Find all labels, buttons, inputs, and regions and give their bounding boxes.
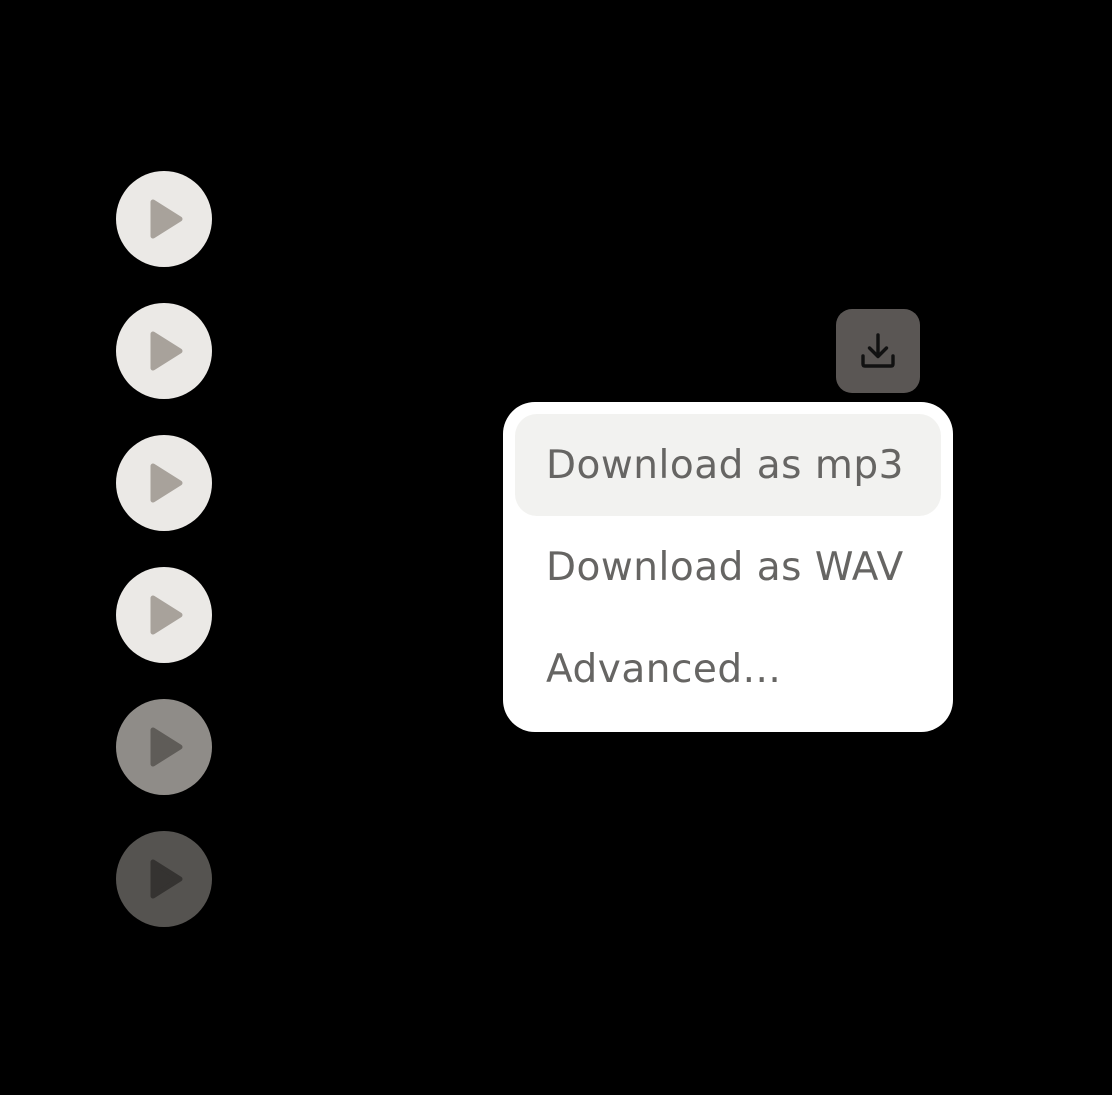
download-button[interactable] (836, 309, 920, 393)
menu-item-download-wav[interactable]: Download as WAV (515, 516, 941, 618)
download-icon (861, 333, 895, 368)
play-button[interactable] (116, 831, 212, 927)
play-icon (150, 331, 183, 371)
play-icon (150, 859, 183, 899)
menu-item-advanced[interactable]: Advanced... (515, 618, 941, 720)
play-button[interactable] (116, 435, 212, 531)
play-button[interactable] (116, 699, 212, 795)
play-icon (150, 595, 183, 635)
play-icon (150, 463, 183, 503)
play-icon (150, 727, 183, 767)
menu-item-download-mp3[interactable]: Download as mp3 (515, 414, 941, 516)
play-button[interactable] (116, 303, 212, 399)
download-options-menu: Download as mp3 Download as WAV Advanced… (503, 402, 953, 732)
play-button[interactable] (116, 171, 212, 267)
play-icon (150, 199, 183, 239)
play-button[interactable] (116, 567, 212, 663)
